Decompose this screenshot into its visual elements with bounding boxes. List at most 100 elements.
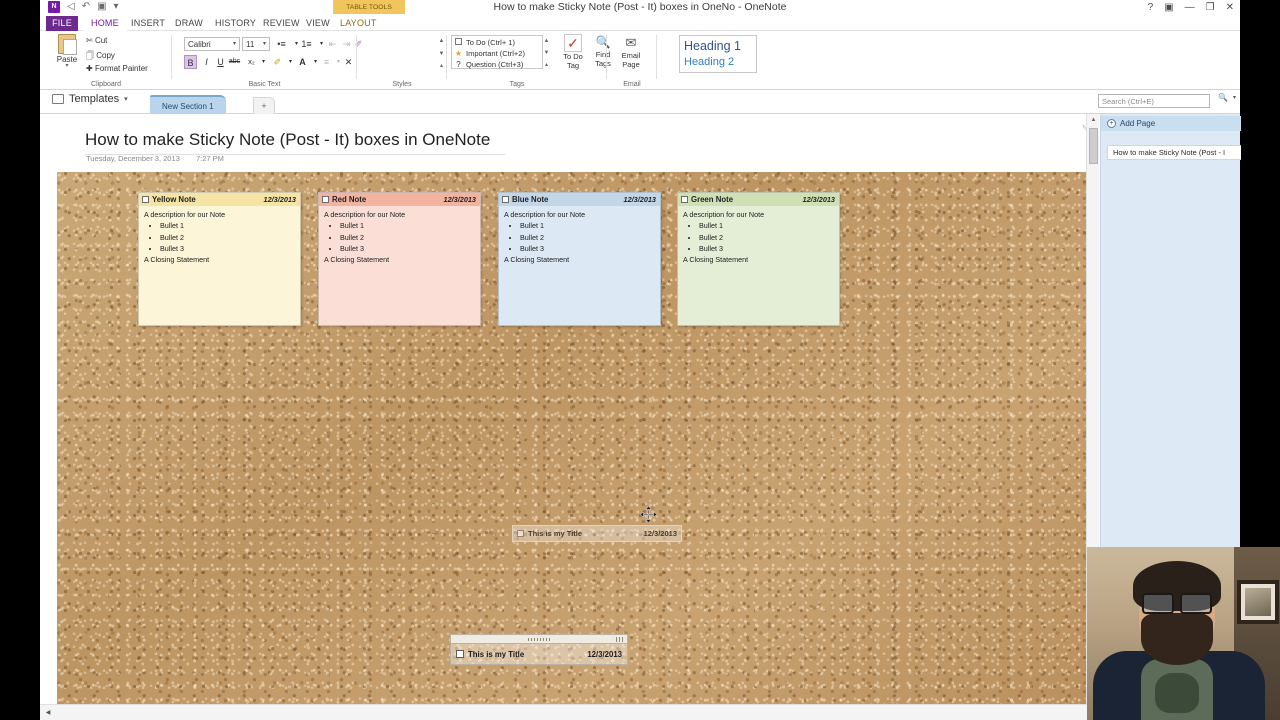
note-body[interactable]: A description for our Note Bullet 1 Bull… <box>139 206 300 270</box>
tag-item-question[interactable]: ? Question (Ctrl+3) <box>454 59 540 70</box>
tag-item-important[interactable]: ★ Important (Ctrl+2) <box>454 48 540 59</box>
font-family-select[interactable]: Calibri ▾ <box>184 37 240 51</box>
drag-ghost-date: 12/3/2013 <box>643 529 677 538</box>
tab-insert[interactable]: INSERT <box>123 16 173 31</box>
tags-up-icon[interactable]: ▲ <box>542 36 551 46</box>
copy-button[interactable]: 🗍 Copy <box>86 50 115 64</box>
webcam-person-glasses <box>1142 593 1212 614</box>
checkbox-icon[interactable] <box>456 650 464 658</box>
tab-draw[interactable]: DRAW <box>167 16 211 31</box>
font-size-select[interactable]: 11 ▾ <box>242 37 270 51</box>
tab-file[interactable]: FILE <box>46 16 78 31</box>
note-body[interactable]: A description for our Note Bullet 1 Bull… <box>499 206 660 270</box>
sticky-note-blue[interactable]: Blue Note 12/3/2013 A description for ou… <box>498 192 661 326</box>
ribbon-display-options-icon[interactable]: ▣ <box>1164 0 1173 16</box>
page-list-item[interactable]: How to make Sticky Note (Post - I <box>1107 145 1241 160</box>
chevron-down-icon[interactable]: ▾ <box>233 38 236 51</box>
chevron-down-icon[interactable]: ▾ <box>263 38 266 51</box>
email-group-label: Email <box>623 81 641 88</box>
style-heading-1[interactable]: Heading 1 <box>684 38 752 54</box>
underline-button[interactable]: U <box>214 55 227 69</box>
gallery-more-icon[interactable]: ▴ <box>437 61 446 71</box>
decrease-indent-button[interactable]: ⇤ <box>326 37 339 51</box>
tag-item-todo[interactable]: To Do (Ctrl+ 1) <box>454 37 540 48</box>
sticky-note-green[interactable]: Green Note 12/3/2013 A description for o… <box>677 192 840 326</box>
paste-caret-icon[interactable]: ▾ <box>50 63 84 69</box>
note-lead: A description for our Note <box>504 210 586 219</box>
highlight-icon[interactable]: ✐ <box>271 55 284 69</box>
search-scope-caret-icon[interactable]: ▾ <box>1233 94 1236 101</box>
restore-icon[interactable]: ❐ <box>1206 0 1215 16</box>
checkbox-icon[interactable] <box>502 196 509 203</box>
format-painter-label: Format Painter <box>94 64 148 73</box>
gallery-down-icon[interactable]: ▼ <box>437 49 446 59</box>
tags-down-icon[interactable]: ▼ <box>542 48 551 58</box>
scroll-up-icon[interactable]: ▲ <box>1087 114 1100 127</box>
tags-gallery[interactable]: To Do (Ctrl+ 1) ★ Important (Ctrl+2) ? Q… <box>451 35 543 69</box>
sticky-note-red[interactable]: Red Note 12/3/2013 A description for our… <box>318 192 481 326</box>
search-icon[interactable]: 🔍 <box>1218 93 1228 102</box>
section-tab-new-section-1[interactable]: New Section 1 <box>150 95 226 114</box>
note-date: 12/3/2013 <box>263 195 296 204</box>
styles-group-label: Styles <box>392 81 412 88</box>
format-painter-button[interactable]: ✚ Format Painter <box>86 64 148 73</box>
minimize-icon[interactable]: — <box>1185 0 1195 16</box>
paste-button[interactable]: Paste ▾ <box>50 34 84 69</box>
clear-formatting-button[interactable]: ✕ <box>342 55 355 69</box>
vertical-scrollbar-thumb[interactable] <box>1089 128 1098 164</box>
chevron-down-icon[interactable]: ▾ <box>124 95 128 103</box>
tab-layout[interactable]: LAYOUT <box>332 16 385 31</box>
add-page-label: Add Page <box>1120 119 1156 128</box>
add-section-button[interactable]: + <box>253 97 275 114</box>
style-heading-2[interactable]: Heading 2 <box>684 54 752 70</box>
subscript-caret-icon[interactable]: ▾ <box>257 55 270 69</box>
selected-note-container[interactable]: This is my Title 12/3/2013 <box>450 634 628 665</box>
list-item: Bullet 2 <box>699 232 834 243</box>
email-page-button[interactable]: ✉ Email Page <box>618 34 644 69</box>
gallery-up-icon[interactable]: ▲ <box>437 36 446 46</box>
note-bullet-list: Bullet 1 Bullet 2 Bullet 3 <box>340 220 475 254</box>
container-title: This is my Title <box>468 649 525 659</box>
list-item: Bullet 2 <box>160 232 295 243</box>
list-item: Bullet 3 <box>699 243 834 254</box>
cut-button[interactable]: ✄ Cut <box>86 36 107 45</box>
onenote-window: N ◁ ↶ ▣ ▾ How to make Sticky Note (Post … <box>40 0 1280 720</box>
drag-grip-icon <box>528 638 550 641</box>
ribbon: Paste ▾ ✄ Cut 🗍 Copy ✚ Format Painter Cl… <box>40 31 1240 90</box>
todo-tag-button[interactable]: ✓ To Do Tag <box>560 34 586 70</box>
note-bullet-list: Bullet 1 Bullet 2 Bullet 3 <box>520 220 655 254</box>
search-input[interactable]: Search (Ctrl+E) <box>1098 94 1210 108</box>
ribbon-group-basic-text: Calibri ▾ 11 ▾ •≡ ▾ 1≡ ▾ ⇤ ⇥ B I U abc x… <box>172 31 362 90</box>
help-icon[interactable]: ? <box>1148 0 1154 16</box>
tab-home[interactable]: HOME <box>83 16 127 31</box>
container-content[interactable]: This is my Title 12/3/2013 <box>450 643 628 665</box>
checkbox-icon[interactable] <box>681 196 688 203</box>
bullets-button[interactable]: •≡ <box>275 37 288 51</box>
add-page-button[interactable]: + Add Page <box>1101 116 1241 131</box>
horizontal-scrollbar[interactable]: ◀ <box>40 704 1240 720</box>
checkbox-icon[interactable] <box>322 196 329 203</box>
note-closing: A Closing Statement <box>144 255 210 265</box>
bold-button[interactable]: B <box>184 55 197 69</box>
strikethrough-button[interactable]: abc <box>228 55 241 69</box>
note-body[interactable]: A description for our Note Bullet 1 Bull… <box>319 206 480 270</box>
checkbox-icon[interactable] <box>142 196 149 203</box>
sticky-note-yellow[interactable]: Yellow Note 12/3/2013 A description for … <box>138 192 301 326</box>
page-title[interactable]: How to make Sticky Note (Post - It) boxe… <box>85 130 505 155</box>
note-body[interactable]: A description for our Note Bullet 1 Bull… <box>678 206 839 270</box>
drag-ghost-note[interactable]: This is my Title 12/3/2013 <box>512 525 682 542</box>
numbering-button[interactable]: 1≡ <box>300 37 313 51</box>
resize-grip-icon[interactable] <box>616 637 625 642</box>
page-time[interactable]: 7:27 PM <box>196 154 224 163</box>
container-drag-handle[interactable] <box>450 634 628 643</box>
italic-button[interactable]: I <box>200 55 213 69</box>
page-canvas[interactable]: How to make Sticky Note (Post - It) boxe… <box>40 114 1100 710</box>
notebook-selector[interactable]: Templates ▾ <box>52 93 128 105</box>
tags-more-icon[interactable]: ▴ <box>542 60 551 70</box>
font-color-icon[interactable]: A <box>296 55 309 69</box>
scroll-left-icon[interactable]: ◀ <box>42 707 54 719</box>
page-date[interactable]: Tuesday, December 3, 2013 <box>86 154 180 163</box>
note-date: 12/3/2013 <box>802 195 835 204</box>
styles-gallery[interactable]: Heading 1 Heading 2 <box>679 35 757 73</box>
close-icon[interactable]: ✕ <box>1226 0 1234 16</box>
